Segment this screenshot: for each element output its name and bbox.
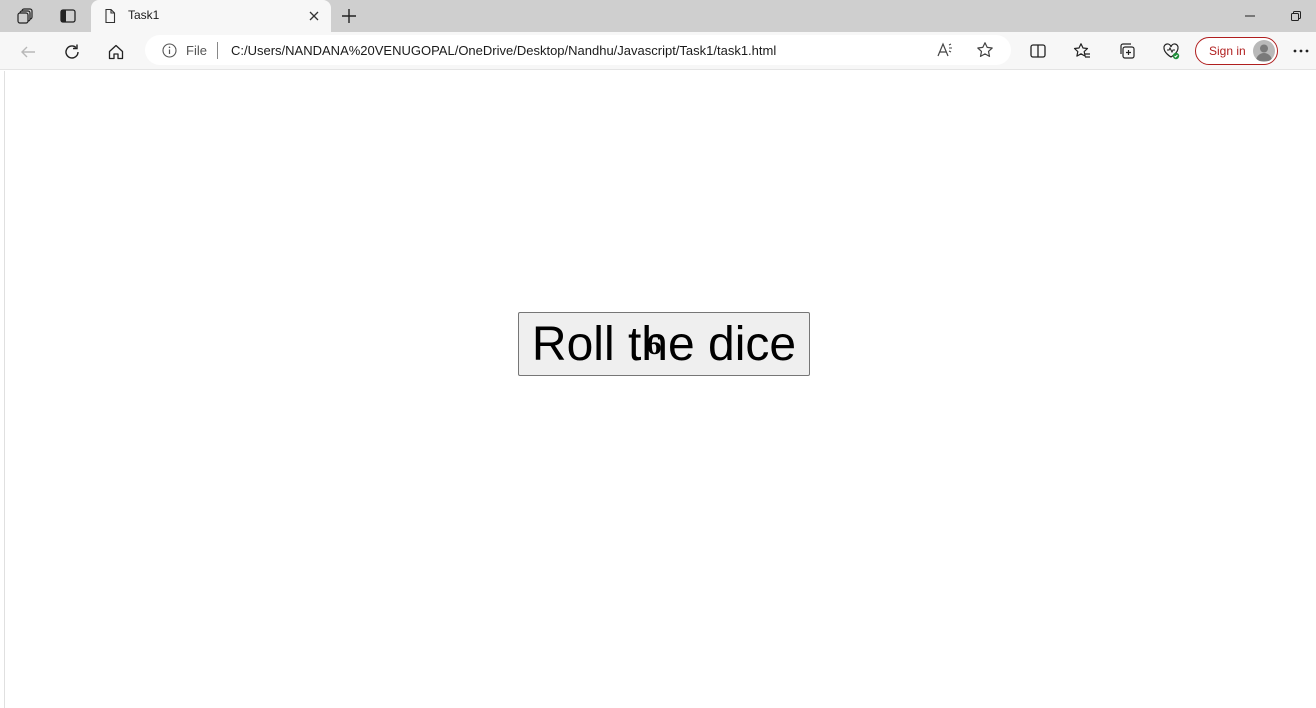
tab-bar: Task1 [0, 0, 1316, 32]
more-icon[interactable] [1290, 40, 1312, 62]
browser-essentials-icon[interactable] [1160, 40, 1182, 62]
page-content: Roll the dice [4, 71, 1316, 708]
address-bar[interactable]: File C:/Users/NANDANA%20VENUGOPAL/OneDri… [145, 35, 1011, 65]
favorite-star-icon[interactable] [975, 40, 995, 60]
close-icon[interactable] [305, 7, 323, 25]
browser-tab[interactable]: Task1 [91, 0, 331, 32]
refresh-icon[interactable] [59, 39, 85, 65]
read-aloud-icon[interactable] [935, 40, 955, 60]
dice-result: 6 [646, 328, 662, 361]
browser-toolbar: File C:/Users/NANDANA%20VENUGOPAL/OneDri… [0, 32, 1316, 70]
sign-in-label: Sign in [1209, 44, 1246, 58]
tab-title: Task1 [128, 8, 160, 22]
avatar [1253, 40, 1275, 62]
home-icon[interactable] [103, 39, 129, 65]
split-screen-icon[interactable] [1027, 40, 1049, 62]
vertical-tabs-icon[interactable] [56, 4, 80, 28]
page-icon [102, 8, 118, 24]
workspaces-icon[interactable] [14, 4, 38, 28]
collections-icon[interactable] [1116, 40, 1138, 62]
back-icon[interactable] [15, 39, 41, 65]
address-divider [217, 42, 218, 59]
sign-in-button[interactable]: Sign in [1195, 37, 1278, 65]
new-tab-icon[interactable] [337, 4, 361, 28]
favorites-icon[interactable] [1071, 40, 1093, 62]
minimize-icon[interactable] [1238, 4, 1262, 28]
url-text[interactable]: C:/Users/NANDANA%20VENUGOPAL/OneDrive/De… [231, 43, 776, 58]
scheme-label: File [186, 43, 207, 58]
restore-icon[interactable] [1284, 4, 1308, 28]
info-icon[interactable] [162, 43, 177, 58]
